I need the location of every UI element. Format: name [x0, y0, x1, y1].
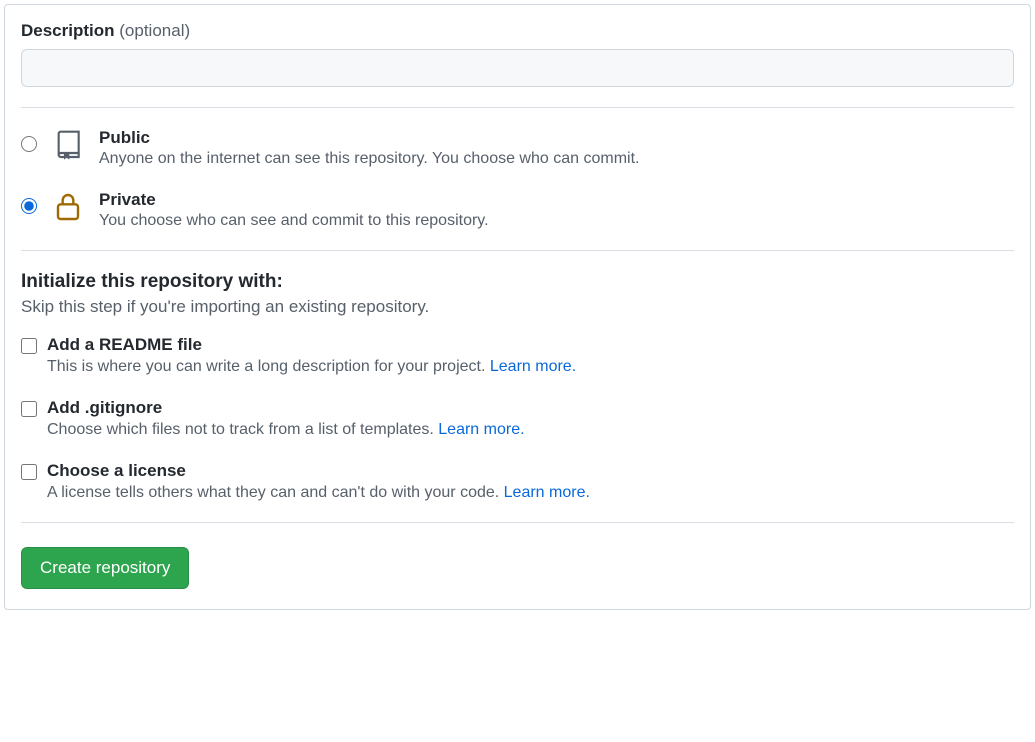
visibility-private-desc: You choose who can see and commit to thi… — [99, 212, 489, 230]
visibility-private-title: Private — [99, 190, 489, 210]
init-readme-link[interactable]: Learn more. — [490, 358, 576, 375]
visibility-private-row[interactable]: Private You choose who can see and commi… — [21, 190, 1014, 230]
init-gitignore-text: Add .gitignore Choose which files not to… — [47, 398, 525, 439]
init-readme-desc: This is where you can write a long descr… — [47, 358, 576, 376]
lock-icon — [51, 190, 85, 224]
init-gitignore-checkbox[interactable] — [21, 401, 37, 417]
init-gitignore-row[interactable]: Add .gitignore Choose which files not to… — [21, 398, 1014, 439]
description-input[interactable] — [21, 49, 1014, 87]
init-license-checkbox[interactable] — [21, 464, 37, 480]
init-license-desc: A license tells others what they can and… — [47, 484, 590, 502]
init-options: Add a README file This is where you can … — [21, 335, 1014, 502]
init-readme-text: Add a README file This is where you can … — [47, 335, 576, 376]
init-license-title: Choose a license — [47, 461, 590, 481]
init-readme-checkbox[interactable] — [21, 338, 37, 354]
init-readme-title: Add a README file — [47, 335, 576, 355]
init-license-link[interactable]: Learn more. — [504, 484, 590, 501]
description-label-text: Description — [21, 21, 115, 40]
description-label: Description (optional) — [21, 21, 1014, 41]
description-optional-text: (optional) — [119, 21, 190, 40]
visibility-public-desc: Anyone on the internet can see this repo… — [99, 150, 639, 168]
visibility-public-title: Public — [99, 128, 639, 148]
init-license-desc-text: A license tells others what they can and… — [47, 484, 504, 501]
visibility-group: Public Anyone on the internet can see th… — [21, 128, 1014, 230]
init-license-row[interactable]: Choose a license A license tells others … — [21, 461, 1014, 502]
init-subtext: Skip this step if you're importing an ex… — [21, 297, 1014, 317]
create-repo-form: Description (optional) Public Anyone on … — [4, 4, 1031, 610]
init-readme-desc-text: This is where you can write a long descr… — [47, 358, 490, 375]
repo-icon — [51, 128, 85, 162]
visibility-private-radio[interactable] — [21, 198, 37, 214]
divider — [21, 107, 1014, 108]
init-heading: Initialize this repository with: — [21, 271, 1014, 293]
divider — [21, 250, 1014, 251]
init-gitignore-desc: Choose which files not to track from a l… — [47, 421, 525, 439]
create-repository-button[interactable]: Create repository — [21, 547, 189, 589]
init-license-text: Choose a license A license tells others … — [47, 461, 590, 502]
visibility-public-radio[interactable] — [21, 136, 37, 152]
init-gitignore-title: Add .gitignore — [47, 398, 525, 418]
init-gitignore-link[interactable]: Learn more. — [438, 421, 524, 438]
init-readme-row[interactable]: Add a README file This is where you can … — [21, 335, 1014, 376]
init-gitignore-desc-text: Choose which files not to track from a l… — [47, 421, 438, 438]
visibility-public-row[interactable]: Public Anyone on the internet can see th… — [21, 128, 1014, 168]
visibility-private-text: Private You choose who can see and commi… — [99, 190, 489, 230]
divider — [21, 522, 1014, 523]
visibility-public-text: Public Anyone on the internet can see th… — [99, 128, 639, 168]
